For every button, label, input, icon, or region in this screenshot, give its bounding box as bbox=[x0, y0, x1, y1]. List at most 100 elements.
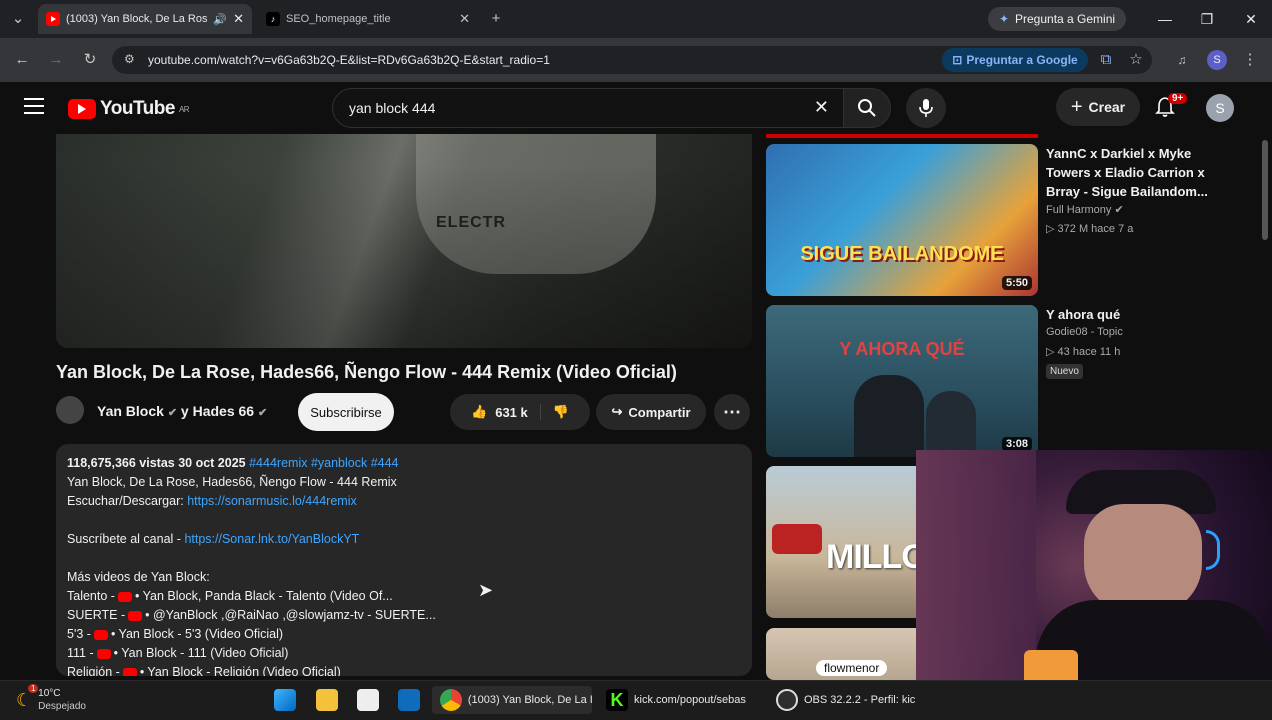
speaker-icon[interactable]: 🔊 bbox=[213, 13, 227, 26]
taskbar-app-chrome[interactable]: (1003) Yan Block, De La I bbox=[432, 686, 592, 714]
account-avatar[interactable]: S bbox=[1206, 94, 1234, 122]
related-video-link[interactable]: • Yan Block - Religión (Video Oficial) bbox=[140, 665, 341, 676]
hamburger-menu-icon[interactable] bbox=[24, 98, 44, 114]
tab-close-icon[interactable]: ✕ bbox=[459, 11, 470, 27]
outlook-button[interactable] bbox=[398, 686, 420, 714]
taskbar-app-kick[interactable]: K kick.com/popout/sebas bbox=[606, 686, 764, 714]
share-button[interactable]: ↪ Compartir bbox=[596, 394, 706, 430]
voice-search-button[interactable] bbox=[906, 88, 946, 128]
minimize-icon[interactable]: — bbox=[1156, 10, 1174, 28]
new-tab-icon[interactable]: + bbox=[486, 9, 506, 29]
related-prefix: SUERTE - bbox=[67, 608, 126, 622]
profile-avatar[interactable]: S bbox=[1207, 50, 1227, 70]
microphone-icon bbox=[919, 99, 933, 117]
collab-channel-name[interactable]: y Hades 66 bbox=[181, 403, 254, 419]
like-button[interactable]: 👍 631 k bbox=[471, 404, 541, 420]
clear-search-icon[interactable]: ✕ bbox=[814, 97, 829, 118]
hashtags[interactable]: #444remix #yanblock #444 bbox=[249, 456, 398, 470]
youtube-logo[interactable]: YouTube AR bbox=[68, 98, 190, 120]
related-link-row[interactable]: 5'3 - • Yan Block - 5'3 (Video Oficial) bbox=[67, 625, 741, 644]
related-video-title[interactable]: YannC x Darkiel x Myke Towers x Eladio C… bbox=[1046, 144, 1216, 201]
related-video-link[interactable]: • Yan Block - 5'3 (Video Oficial) bbox=[111, 627, 283, 641]
like-count: 631 k bbox=[495, 404, 528, 420]
webcam-face bbox=[1084, 504, 1202, 614]
channel-names[interactable]: Yan Block ✔ y Hades 66 ✔ bbox=[97, 403, 267, 419]
tab-search-icon[interactable]: ⌄ bbox=[8, 9, 28, 29]
bookmark-star-icon[interactable]: ☆ bbox=[1126, 50, 1146, 70]
channel-name: Full Harmony bbox=[1046, 204, 1112, 216]
site-settings-icon[interactable]: ⚙ bbox=[124, 52, 135, 66]
ask-google-label: Preguntar a Google bbox=[966, 53, 1078, 67]
listen-link[interactable]: https://sonarmusic.lo/444remix bbox=[187, 494, 357, 508]
related-link-row[interactable]: Religión - • Yan Block - Religión (Video … bbox=[67, 663, 741, 676]
start-button[interactable] bbox=[274, 686, 296, 714]
more-videos-label: Más videos de Yan Block: bbox=[67, 570, 210, 584]
moon-icon: ☾ bbox=[16, 689, 33, 710]
play-icon: ▷ bbox=[1046, 223, 1055, 235]
taskbar-app-obs[interactable]: OBS 32.2.2 - Perfil: kic bbox=[776, 686, 916, 714]
related-prefix: Religión - bbox=[67, 665, 120, 676]
folder-icon bbox=[316, 689, 338, 711]
browser-tab-youtube[interactable]: (1003) Yan Block, De La Ros 🔊 ✕ bbox=[38, 4, 252, 34]
channel-name[interactable]: Yan Block bbox=[97, 403, 164, 419]
forward-icon[interactable]: → bbox=[46, 50, 66, 70]
extensions-icon[interactable]: ♫ bbox=[1172, 50, 1192, 70]
dislike-button[interactable]: 👎 bbox=[547, 404, 569, 420]
weather-widget[interactable]: 1 ☾ 10°C Despejado bbox=[16, 684, 86, 714]
related-link-row[interactable]: Talento - • Yan Block, Panda Black - Tale… bbox=[67, 587, 741, 606]
notification-badge: 9+ bbox=[1168, 93, 1188, 104]
back-icon[interactable]: ← bbox=[12, 50, 32, 70]
temperature: 10°C bbox=[38, 688, 61, 699]
related-video-link[interactable]: • Yan Block, Panda Black - Talento (Vide… bbox=[135, 589, 393, 603]
related-link-row[interactable]: SUERTE - • @YanBlock ,@RaiNao ,@slowjamz-… bbox=[67, 606, 741, 625]
weather-text: Despejado bbox=[38, 701, 86, 712]
thumbs-up-icon: 👍 bbox=[471, 404, 488, 419]
reload-icon[interactable]: ↻ bbox=[80, 50, 100, 70]
like-dislike-group: 👍 631 k 👎 bbox=[450, 394, 590, 430]
sidebar-scrollbar[interactable] bbox=[1262, 140, 1268, 240]
related-stats: ▷ 372 M hace 7 a bbox=[1046, 222, 1133, 235]
search-input[interactable]: yan block 444 ✕ bbox=[332, 88, 844, 128]
close-window-icon[interactable]: ✕ bbox=[1242, 10, 1260, 28]
related-prefix: Talento - bbox=[67, 589, 115, 603]
thumbs-down-icon: 👎 bbox=[552, 404, 569, 419]
related-channel[interactable]: Godie08 - Topic bbox=[1046, 326, 1123, 338]
create-button[interactable]: + Crear bbox=[1056, 88, 1140, 126]
verified-icon: ✔ bbox=[257, 407, 268, 419]
channel-avatar[interactable] bbox=[56, 396, 84, 424]
related-prefix: 5'3 - bbox=[67, 627, 91, 641]
store-button[interactable] bbox=[357, 686, 379, 714]
browser-tab-seo[interactable]: ♪ SEO_homepage_title ✕ bbox=[258, 4, 478, 34]
gemini-button[interactable]: ✦ Pregunta a Gemini bbox=[988, 7, 1126, 31]
ask-google-button[interactable]: ⊡ Preguntar a Google bbox=[942, 48, 1088, 72]
related-channel[interactable]: Full Harmony ✔ bbox=[1046, 203, 1124, 216]
cast-icon[interactable]: ⧉ bbox=[1096, 50, 1116, 70]
subscribe-button[interactable]: Subscribirse bbox=[298, 393, 394, 431]
related-video-thumbnail[interactable]: Y AHORA QUÉ 3:08 bbox=[766, 305, 1038, 457]
file-explorer-button[interactable] bbox=[316, 686, 338, 714]
related-link-row[interactable]: 111 - • Yan Block - 111 (Video Oficial) bbox=[67, 644, 741, 663]
restore-icon[interactable]: ❐ bbox=[1198, 10, 1216, 28]
video-player[interactable]: ELECTR bbox=[56, 134, 752, 348]
share-arrow-icon: ↪ bbox=[611, 404, 623, 419]
youtube-mini-icon bbox=[96, 648, 111, 659]
verified-icon: ✔ bbox=[1114, 204, 1124, 216]
subscribe-channel-link[interactable]: https://Sonar.lnk.to/YanBlockYT bbox=[184, 532, 359, 546]
video-description[interactable]: 118,675,366 vistas 30 oct 2025 #444remix… bbox=[56, 444, 752, 676]
notifications-button[interactable]: 9+ bbox=[1154, 93, 1188, 123]
views: 43 bbox=[1057, 346, 1070, 358]
more-actions-icon[interactable]: ⋯ bbox=[714, 394, 750, 430]
related-video-thumbnail[interactable]: SIGUE BAILANDOME 5:50 bbox=[766, 144, 1038, 296]
mouse-cursor-icon: ➤ bbox=[478, 580, 494, 600]
browser-menu-icon[interactable]: ⋮ bbox=[1240, 50, 1260, 70]
youtube-play-icon bbox=[68, 99, 96, 119]
related-video-link[interactable]: • Yan Block - 111 (Video Oficial) bbox=[114, 646, 289, 660]
webcam-curtain bbox=[916, 450, 1036, 680]
search-icon bbox=[858, 99, 876, 117]
weather-badge: 1 bbox=[28, 684, 39, 693]
related-video-link[interactable]: • @YanBlock ,@RaiNao ,@slowjamz-tv - SUE… bbox=[145, 608, 436, 622]
search-button[interactable] bbox=[843, 88, 891, 128]
related-video-title[interactable]: Y ahora qué bbox=[1046, 305, 1216, 324]
listen-label: Escuchar/Descargar: bbox=[67, 494, 184, 508]
tab-close-icon[interactable]: ✕ bbox=[233, 11, 244, 27]
